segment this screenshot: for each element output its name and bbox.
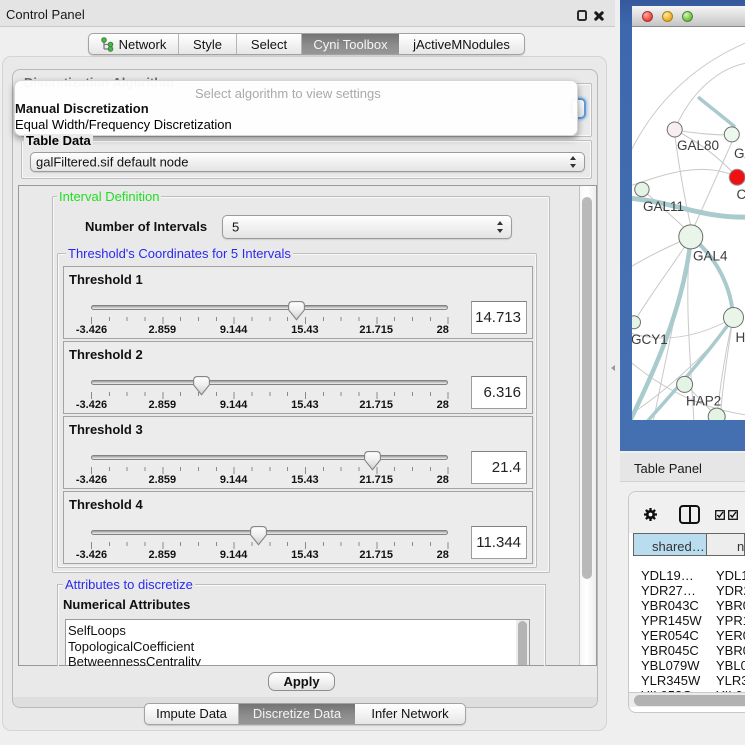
svg-text:GA: GA bbox=[734, 146, 745, 161]
svg-text:HAP2: HAP2 bbox=[686, 394, 721, 409]
svg-text:GAL80: GAL80 bbox=[677, 138, 719, 153]
svg-text:GAL4: GAL4 bbox=[693, 249, 728, 264]
svg-text:H: H bbox=[736, 330, 745, 345]
svg-text:GCY1: GCY1 bbox=[632, 332, 668, 347]
svg-text:C: C bbox=[737, 187, 745, 202]
svg-text:GAL11: GAL11 bbox=[643, 199, 684, 214]
